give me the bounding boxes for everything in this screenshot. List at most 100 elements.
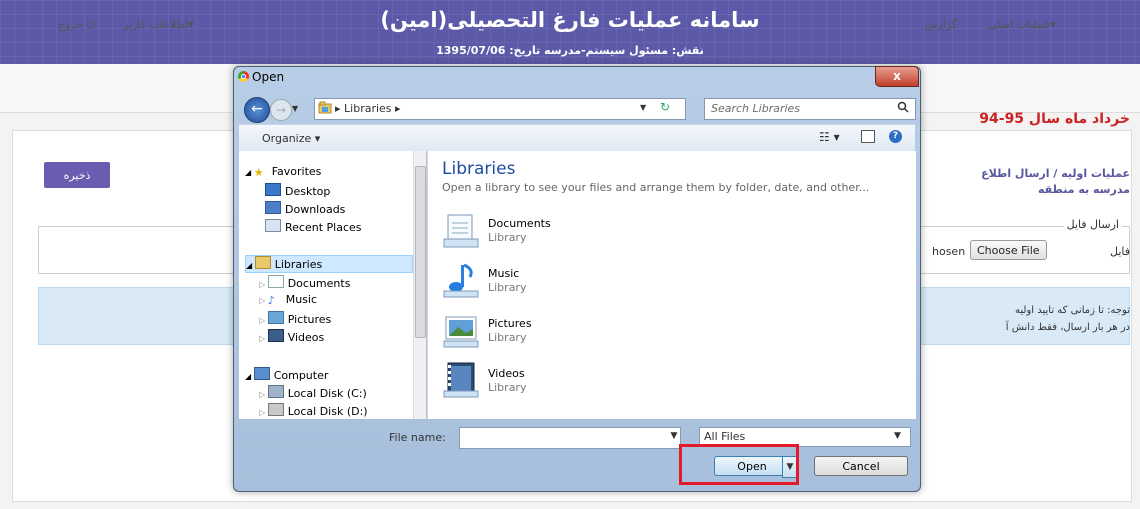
- collapse-arrow-icon: ▷: [259, 280, 268, 289]
- breadcrumb-line: مدرسه به منطقه: [1037, 183, 1130, 196]
- library-item-documents[interactable]: Documents Library: [442, 211, 702, 255]
- library-item-type: Library: [488, 331, 527, 344]
- tree-item-downloads[interactable]: Downloads: [265, 201, 345, 216]
- search-placeholder: Search Libraries: [711, 102, 801, 115]
- tree-item-disk-c[interactable]: ▷ Local Disk (C:): [259, 385, 367, 400]
- view-options-icon[interactable]: ☷ ▾: [819, 130, 840, 144]
- recent-places-icon: [265, 219, 281, 232]
- site-subtitle: نقش: مسئول سیستم-مدرسه تاریخ: 1395/07/06: [436, 44, 704, 57]
- music-icon: ♪: [267, 294, 275, 307]
- exit-link[interactable]: ⏻ خروج: [58, 18, 96, 32]
- library-item-name: Documents: [488, 217, 551, 230]
- library-item-type: Library: [488, 231, 527, 244]
- dialog-title: Open: [252, 70, 285, 84]
- refresh-icon[interactable]: ↻: [660, 100, 670, 114]
- open-dialog: Open x ← → ▼ ▸ Libraries ▸ ▼ ↻ Search Li…: [233, 66, 921, 492]
- address-text: Libraries: [344, 102, 392, 115]
- note-text: توجه: تا زمانی که تایید اولیه در هر بار …: [1006, 302, 1130, 336]
- library-item-pictures[interactable]: Pictures Library: [442, 311, 702, 355]
- collapse-arrow-icon: ▷: [259, 334, 268, 343]
- library-item-videos[interactable]: Videos Library: [442, 361, 702, 405]
- nav-scrollbar[interactable]: [413, 151, 426, 419]
- expand-arrow-icon: ◢: [245, 168, 254, 177]
- tree-item-desktop[interactable]: Desktop: [265, 183, 330, 198]
- downloads-icon: [265, 201, 281, 214]
- pictures-icon: [267, 311, 284, 324]
- navigation-pane: ◢ ★ Favorites Desktop Downloads Recent Pl…: [239, 151, 426, 419]
- libraries-folder-icon: [318, 101, 332, 117]
- collapse-arrow-icon: ▷: [259, 408, 268, 417]
- filter-dropdown-icon: ▼: [894, 431, 901, 441]
- tree-item-libraries[interactable]: ◢ Libraries: [245, 255, 413, 273]
- address-dropdown-icon[interactable]: ▼: [640, 103, 646, 112]
- computer-icon: [253, 367, 270, 380]
- caret-down-icon: ▾: [188, 18, 194, 31]
- term-title: خرداد ماه سال 95-94: [979, 111, 1130, 127]
- address-bar[interactable]: ▸ Libraries ▸ ▼ ↻: [314, 98, 686, 120]
- collapse-arrow-icon: ▷: [259, 316, 268, 325]
- expand-arrow-icon: ◢: [245, 372, 254, 381]
- recent-pages-dropdown[interactable]: ▼: [292, 104, 298, 113]
- local-disk-icon: [267, 403, 284, 416]
- tree-item-computer[interactable]: ◢ Computer: [245, 367, 328, 382]
- caret-down-icon: ▾: [1050, 18, 1056, 31]
- library-item-type: Library: [488, 381, 527, 394]
- close-button[interactable]: x: [875, 66, 919, 87]
- file-name-label: File name:: [389, 431, 446, 444]
- tree-item-recent[interactable]: Recent Places: [265, 219, 362, 234]
- tree-item-music[interactable]: ▷ ♪ Music: [259, 293, 317, 307]
- content-pane: Libraries Open a library to see your fil…: [427, 151, 916, 419]
- save-button[interactable]: ذخیره: [44, 162, 110, 188]
- library-item-type: Library: [488, 281, 527, 294]
- file-label: فایل: [1109, 245, 1130, 258]
- library-item-music[interactable]: Music Library: [442, 261, 702, 305]
- dialog-toolbar: Organize ▾ ☷ ▾ ?: [239, 124, 915, 152]
- library-item-name: Videos: [488, 367, 525, 380]
- organize-menu[interactable]: Organize ▾: [262, 132, 320, 145]
- libraries-description: Open a library to see your files and arr…: [442, 181, 870, 194]
- libraries-heading: Libraries: [442, 159, 516, 179]
- caret-down-icon: ▾: [314, 132, 321, 145]
- user-info-menu[interactable]: ▾اطلاعات کاربر: [123, 18, 194, 31]
- documents-library-icon: [443, 214, 479, 248]
- collapse-arrow-icon: ▷: [259, 390, 268, 399]
- search-input[interactable]: Search Libraries: [704, 98, 916, 120]
- chrome-icon: [238, 71, 249, 82]
- libraries-icon: [254, 256, 271, 269]
- library-item-name: Pictures: [488, 317, 532, 330]
- tree-item-disk-d[interactable]: ▷ Local Disk (D:): [259, 403, 368, 418]
- arrow-right-icon: →: [275, 103, 287, 117]
- no-file-text: hosen: [932, 245, 966, 258]
- reports-menu[interactable]: گزارش: [924, 18, 957, 31]
- local-disk-icon: [267, 385, 284, 398]
- preview-pane-icon[interactable]: [861, 130, 875, 143]
- file-name-input[interactable]: [459, 427, 681, 449]
- help-icon[interactable]: ?: [889, 130, 902, 143]
- collapse-arrow-icon: ▷: [259, 296, 268, 305]
- tree-item-pictures[interactable]: ▷ Pictures: [259, 311, 331, 326]
- file-name-dropdown-icon[interactable]: ▼: [667, 427, 681, 445]
- back-button[interactable]: ←: [244, 97, 270, 123]
- search-icon: [897, 101, 909, 116]
- music-library-icon: [443, 263, 479, 298]
- forward-button[interactable]: →: [270, 99, 292, 121]
- breadcrumb: عملیات اولیه / ارسال اطلاع مدرسه به منطق…: [981, 166, 1130, 198]
- videos-icon: [267, 329, 284, 342]
- breadcrumb-line: عملیات اولیه / ارسال اطلاع: [981, 167, 1130, 180]
- library-item-name: Music: [488, 267, 520, 280]
- note-line: توجه: تا زمانی که تایید اولیه: [1015, 305, 1130, 316]
- choose-file-button[interactable]: Choose File: [970, 240, 1047, 260]
- tree-item-videos[interactable]: ▷ Videos: [259, 329, 324, 344]
- note-line: در هر بار ارسال، فقط دانش آ: [1005, 322, 1130, 333]
- breadcrumb-separator-icon: ▸: [335, 102, 345, 115]
- cancel-button[interactable]: Cancel: [814, 456, 908, 476]
- dialog-bottom: File name: ▼ All Files ▼ Open ▼ Cancel: [239, 419, 915, 485]
- open-button-highlight: [679, 444, 799, 485]
- videos-library-icon: [443, 362, 479, 398]
- tree-item-favorites[interactable]: ◢ ★ Favorites: [245, 165, 321, 179]
- tree-item-documents[interactable]: ▷ Documents: [259, 275, 350, 290]
- main-ops-menu[interactable]: ▾عملیات اصلی: [988, 18, 1056, 31]
- documents-icon: [267, 275, 284, 288]
- nav-scrollbar-thumb[interactable]: [415, 166, 426, 338]
- star-icon: ★: [253, 166, 264, 179]
